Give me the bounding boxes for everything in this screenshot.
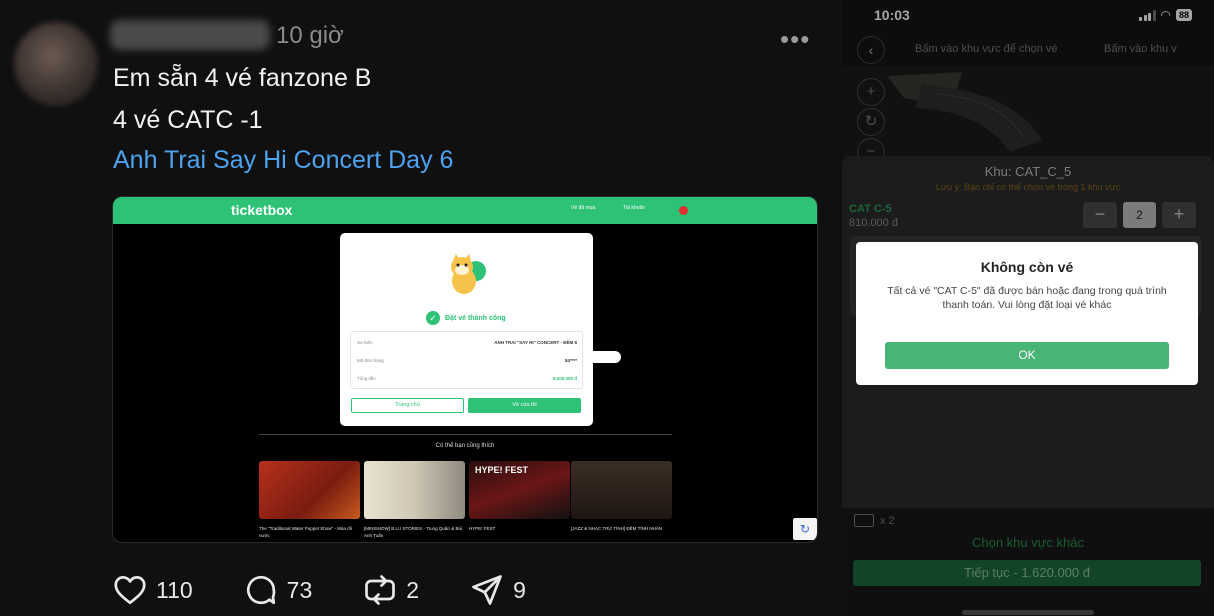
- like-button[interactable]: 110: [112, 572, 193, 608]
- info-value: 8.000.000 đ: [552, 376, 577, 381]
- post-hashtag-link[interactable]: Anh Trai Say Hi Concert Day 6: [113, 146, 453, 175]
- comment-icon: [246, 575, 275, 605]
- rec-card-2: [364, 461, 465, 519]
- rec-label-2: [MINISHOW] B.U.I STORIES - Trung Quân & …: [364, 526, 462, 538]
- rec-card-tag: HYPE! FEST: [475, 465, 529, 475]
- rec-label-4: [JAZZ & NHẠC TRỮ TÌNH] ĐÊM TÌNH NHÂN: [571, 526, 663, 531]
- flag-icon: [679, 206, 688, 215]
- ticketbox-header: ticketbox Vé đã mua Tài khoản: [113, 197, 817, 224]
- threads-post: 10 giờ ••• Em sẵn 4 vé fanzone B 4 vé CA…: [0, 0, 842, 616]
- attached-screenshot[interactable]: ticketbox Vé đã mua Tài khoản ✓ Đặt vé t…: [112, 196, 818, 543]
- avatar[interactable]: [14, 22, 98, 106]
- success-row: ✓ Đặt vé thành công: [426, 311, 506, 325]
- info-label: Mã đơn hàng: [357, 358, 384, 363]
- nav-purchased-tickets: Vé đã mua: [571, 205, 596, 211]
- sold-out-dialog: Không còn vé Tất cả vé "CAT C-5" đã được…: [856, 242, 1198, 385]
- repost-count: 2: [406, 576, 420, 603]
- dialog-message: Tất cả vé "CAT C-5" đã được bán hoặc đan…: [887, 285, 1167, 311]
- order-info-box: Sự kiện ANH TRAI "SAY HI" CONCERT - ĐÊM …: [350, 331, 583, 389]
- mascot-icon: [451, 254, 486, 294]
- heart-icon: [114, 576, 146, 605]
- dialog-title: Không còn vé: [980, 259, 1074, 275]
- rec-card-4: [571, 461, 672, 519]
- scroll-pill: [587, 351, 621, 363]
- check-circle-icon: ✓: [426, 311, 440, 325]
- nav-account: Tài khoản: [623, 205, 645, 211]
- rec-label-3: HYPE! FEST: [469, 526, 496, 531]
- send-icon: [472, 575, 502, 605]
- ok-button[interactable]: OK: [885, 342, 1169, 369]
- post-text-line-1: Em sẵn 4 vé fanzone B: [113, 64, 372, 92]
- rec-card-3: HYPE! FEST: [469, 461, 570, 519]
- share-count: 9: [513, 576, 526, 603]
- success-text: Đặt vé thành công: [445, 314, 506, 322]
- post-text-line-2: 4 vé CATC -1: [113, 106, 263, 134]
- comment-count: 73: [286, 576, 313, 603]
- phone-screenshot: 10:03 ◠ 88 ‹ Bấm vào khu vực để chọn vé …: [842, 0, 1214, 616]
- post-timestamp: 10 giờ: [276, 22, 344, 49]
- info-row-total: Tổng tiền 8.000.000 đ: [357, 376, 577, 381]
- like-count: 110: [156, 576, 193, 603]
- rec-label-1: The "Traditional Water Puppet Show" - Mú…: [259, 526, 353, 538]
- info-label: Sự kiện: [357, 340, 373, 345]
- info-row-order: Mã đơn hàng 84****: [357, 358, 577, 363]
- repost-button[interactable]: 2: [362, 572, 419, 608]
- booking-success-modal: ✓ Đặt vé thành công Sự kiện ANH TRAI "SA…: [340, 233, 593, 426]
- home-button: Trang chủ: [351, 398, 464, 413]
- info-value: ANH TRAI "SAY HI" CONCERT - ĐÊM 6: [494, 340, 577, 345]
- info-row-event: Sự kiện ANH TRAI "SAY HI" CONCERT - ĐÊM …: [357, 340, 577, 345]
- ticketbox-logo: ticketbox: [231, 202, 293, 218]
- rec-card-1: [259, 461, 360, 519]
- recommendations-title: Có thể bạn cũng thích: [435, 443, 495, 449]
- username-blurred[interactable]: [110, 20, 270, 50]
- recaptcha-icon: ↻: [793, 518, 817, 540]
- info-label: Tổng tiền: [357, 376, 376, 381]
- share-button[interactable]: 9: [469, 572, 526, 608]
- comment-button[interactable]: 73: [243, 572, 313, 608]
- my-tickets-button: Vé của tôi: [468, 398, 581, 413]
- post-actions: 110 73 2 9: [112, 572, 576, 608]
- more-options-icon[interactable]: •••: [780, 24, 810, 55]
- info-value: 84****: [564, 358, 577, 363]
- repost-icon: [365, 575, 396, 605]
- divider: [259, 434, 672, 435]
